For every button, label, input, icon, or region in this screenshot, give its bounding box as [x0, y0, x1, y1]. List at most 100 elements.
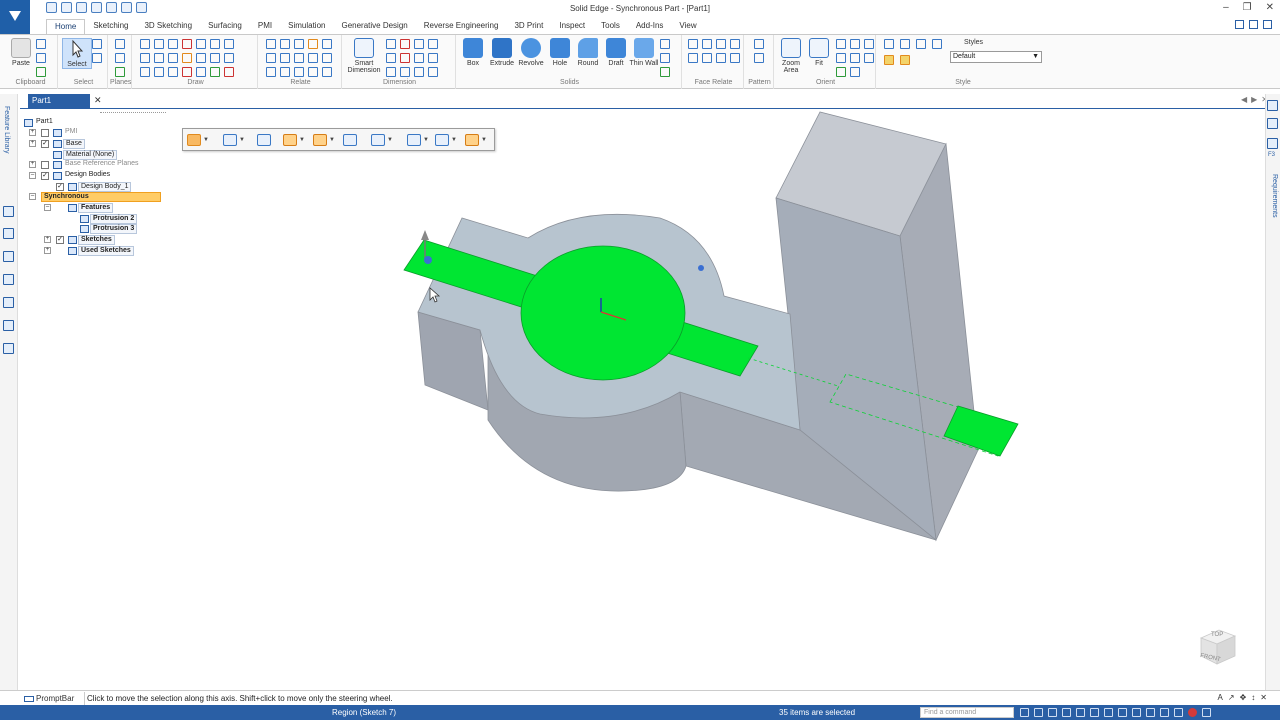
tab-pmi[interactable]: PMI — [250, 19, 280, 34]
graphics-window[interactable] — [18, 110, 1265, 690]
cmd-edges[interactable]: ▼ — [435, 132, 461, 148]
rotate-view-icon[interactable] — [864, 39, 874, 49]
feature-library-tab[interactable]: Feature Library — [3, 106, 10, 153]
cmd-select-mode[interactable]: ▼ — [187, 132, 213, 148]
arc-icon[interactable] — [154, 39, 164, 49]
round-button[interactable]: Round — [573, 38, 603, 67]
shaded-edges-icon[interactable] — [900, 39, 910, 49]
sketch-view-icon[interactable] — [850, 53, 860, 63]
record-icon[interactable] — [1188, 708, 1197, 717]
pathfinder-icon[interactable] — [3, 206, 14, 217]
face-parallel-icon[interactable] — [716, 39, 726, 49]
line-icon[interactable] — [140, 39, 150, 49]
symmetric-diameter-icon[interactable] — [386, 53, 396, 63]
rectangular-pattern-icon[interactable] — [754, 39, 764, 49]
rotate-icon[interactable] — [224, 53, 234, 63]
pan-icon[interactable] — [1062, 708, 1071, 717]
extend-icon[interactable] — [182, 53, 192, 63]
revolve-button[interactable]: Revolve — [516, 38, 546, 67]
rigid-icon[interactable] — [294, 67, 304, 77]
tab-view[interactable]: View — [671, 19, 704, 34]
command-finder-input[interactable]: Find a command — [920, 707, 1014, 718]
key-icon[interactable] — [3, 320, 14, 331]
chamfer-dim-icon[interactable] — [400, 67, 410, 77]
settings-icon[interactable] — [1174, 708, 1183, 717]
symmetric-offset-icon[interactable] — [224, 39, 234, 49]
lock-icon[interactable] — [308, 39, 318, 49]
cmd-options[interactable]: ▼ — [465, 132, 491, 148]
tab-tools[interactable]: Tools — [593, 19, 628, 34]
cmd-extent[interactable]: ▼ — [223, 132, 249, 148]
zoom-icon[interactable] — [1034, 708, 1043, 717]
smart-dimension-button[interactable]: Smart Dimension — [346, 38, 382, 74]
view-style-icon[interactable] — [1104, 708, 1113, 717]
more-planes-icon[interactable] — [115, 67, 125, 77]
ribbon-layout-icon[interactable] — [1235, 20, 1244, 29]
paste-button[interactable]: Paste — [6, 38, 36, 67]
steering-wheel-arrow[interactable] — [421, 230, 429, 240]
table-icon[interactable] — [414, 67, 424, 77]
look-at-icon[interactable] — [850, 67, 860, 77]
hidden-edges-icon[interactable] — [932, 39, 942, 49]
named-views-icon[interactable] — [864, 53, 874, 63]
hole-button[interactable]: Hole — [545, 38, 575, 67]
curve-icon[interactable] — [168, 39, 178, 49]
rectangle-icon[interactable] — [140, 53, 150, 63]
split-icon[interactable] — [182, 67, 192, 77]
coplanar-icon[interactable] — [688, 39, 698, 49]
layers-icon[interactable] — [3, 228, 14, 239]
circular-pattern-icon[interactable] — [754, 53, 764, 63]
view-style-icon[interactable] — [900, 55, 910, 65]
connect-icon[interactable] — [266, 39, 276, 49]
shaded-icon[interactable] — [884, 39, 894, 49]
fit-icon[interactable] — [1146, 708, 1155, 717]
cmd-treatment[interactable]: ▼ — [313, 132, 339, 148]
layout-icon[interactable] — [1202, 708, 1211, 717]
coordinate-icon[interactable] — [414, 39, 424, 49]
tab-sketching[interactable]: Sketching — [85, 19, 136, 34]
search-icon[interactable] — [1020, 708, 1029, 717]
face-offset-icon[interactable] — [716, 53, 726, 63]
face-perpendicular-icon[interactable] — [730, 39, 740, 49]
close-document-icon[interactable]: ✕ — [94, 95, 102, 106]
fit-button[interactable]: Fit — [804, 38, 834, 67]
circle-icon[interactable] — [140, 67, 150, 77]
midpoint-icon[interactable] — [266, 67, 276, 77]
restore-icon[interactable]: ❐ — [1243, 2, 1252, 13]
cmd-symmetric[interactable] — [257, 132, 283, 148]
text-icon[interactable] — [428, 39, 438, 49]
tab-surfacing[interactable]: Surfacing — [200, 19, 250, 34]
show-relations-icon[interactable] — [322, 67, 332, 77]
tab-simulation[interactable]: Simulation — [280, 19, 333, 34]
point-icon[interactable] — [168, 67, 178, 77]
cmd-keypoint[interactable] — [343, 132, 369, 148]
zoom-slider-icon[interactable] — [1132, 708, 1141, 717]
zoom-area-button[interactable]: Zoom Area — [776, 38, 806, 74]
mirror-icon[interactable] — [210, 53, 220, 63]
help-icon[interactable] — [1263, 20, 1272, 29]
parallel-icon[interactable] — [280, 53, 290, 63]
tab-reverse-engineering[interactable]: Reverse Engineering — [416, 19, 507, 34]
scale-icon[interactable] — [196, 67, 206, 77]
sketch-view-icon[interactable] — [1118, 708, 1127, 717]
distance-icon[interactable] — [386, 39, 396, 49]
sensors-icon[interactable] — [3, 251, 14, 262]
spin-icon[interactable] — [836, 67, 846, 77]
relate-more-icon[interactable] — [322, 39, 332, 49]
stretch-icon[interactable] — [210, 67, 220, 77]
thin-wall-button[interactable]: Thin Wall — [629, 38, 659, 67]
extrude-button[interactable]: Extrude — [487, 38, 517, 67]
leader-icon[interactable] — [428, 53, 438, 63]
face-tangent-icon[interactable] — [688, 53, 698, 63]
symmetric-icon[interactable] — [322, 53, 332, 63]
face-symmetric-icon[interactable] — [702, 53, 712, 63]
project-icon[interactable] — [224, 67, 234, 77]
pan-icon[interactable] — [850, 39, 860, 49]
perpendicular-icon[interactable] — [266, 53, 276, 63]
concentric-icon[interactable] — [294, 39, 304, 49]
angle-icon[interactable] — [400, 39, 410, 49]
polygon-icon[interactable] — [154, 53, 164, 63]
cmd-orientation[interactable]: ▼ — [407, 132, 433, 148]
cmd-add[interactable]: ▼ — [283, 132, 309, 148]
equal-icon[interactable] — [308, 53, 318, 63]
